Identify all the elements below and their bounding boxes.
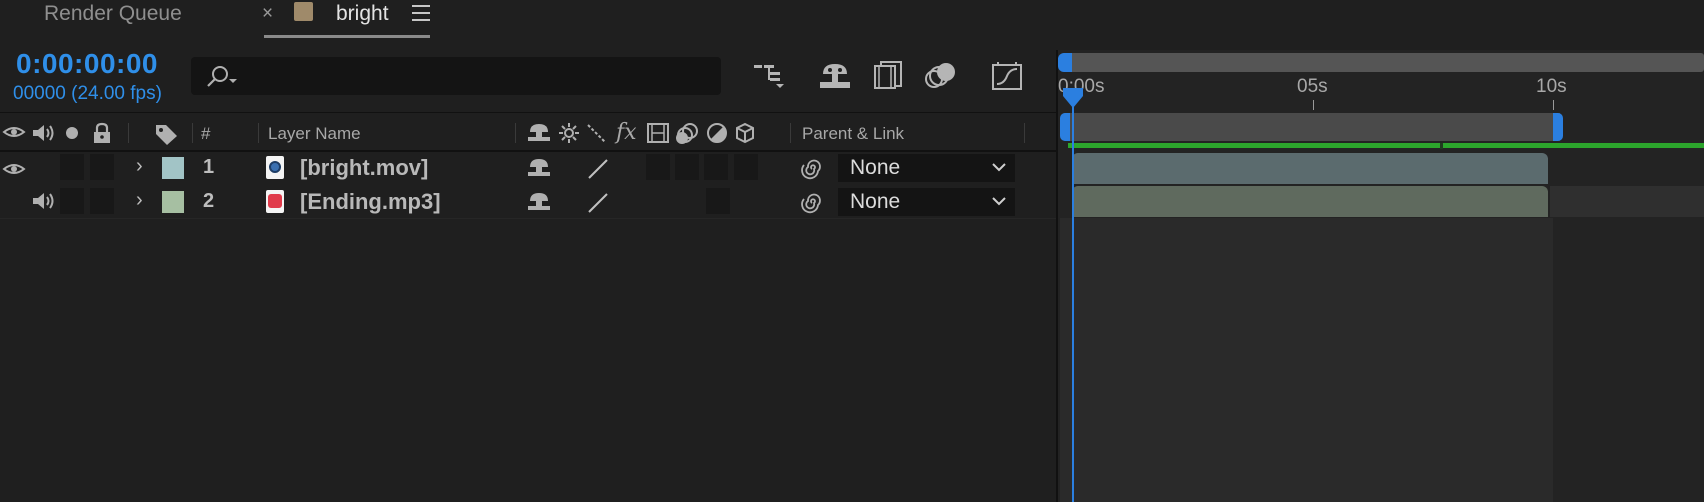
time-navigator-bar[interactable] <box>1064 53 1704 72</box>
composition-flowchart-icon[interactable] <box>752 60 788 90</box>
motion-blur-switch-icon[interactable] <box>674 122 700 146</box>
layer-row[interactable]: › 1 [bright.mov] None <box>0 151 1056 185</box>
solo-toggle[interactable] <box>60 188 84 214</box>
3d-layer-icon[interactable] <box>734 122 756 144</box>
layer-name-column[interactable]: Layer Name <box>268 124 361 144</box>
graph-editor-icon[interactable] <box>990 60 1024 92</box>
label-color-swatch[interactable] <box>162 157 184 179</box>
layer-number: 2 <box>203 190 215 212</box>
solo-toggle[interactable] <box>60 154 84 180</box>
3d-switch-box[interactable] <box>734 154 758 180</box>
lock-icon[interactable] <box>92 122 112 144</box>
video-file-icon <box>266 156 284 179</box>
layer-search-input[interactable] <box>191 57 721 95</box>
parent-value: None <box>850 190 901 213</box>
label-tag-icon[interactable] <box>153 122 179 146</box>
audio-icon[interactable] <box>31 190 55 212</box>
layer-out-area <box>1550 186 1704 217</box>
ruler-label: 10s <box>1536 76 1567 97</box>
collapse-transform-icon[interactable] <box>558 122 580 144</box>
pick-whip-icon[interactable] <box>800 191 824 215</box>
tab-bright[interactable]: bright <box>336 0 389 30</box>
active-tab-indicator <box>264 35 430 38</box>
shy-switch-icon[interactable] <box>527 122 551 144</box>
video-visibility-icon[interactable] <box>2 122 26 142</box>
layer-row[interactable]: › 2 [Ending.mp3] None <box>0 185 1056 219</box>
chevron-down-icon <box>992 197 1006 206</box>
layer-column-header: # Layer Name fx Parent & Link <box>0 112 1056 152</box>
time-navigator-start-handle[interactable] <box>1058 53 1072 72</box>
panel-tab-bar: Render Queue × bright <box>0 0 1704 40</box>
shy-switch-icon[interactable] <box>527 157 551 179</box>
lock-toggle[interactable] <box>90 188 114 214</box>
lock-toggle[interactable] <box>90 154 114 180</box>
tab-render-queue[interactable]: Render Queue <box>44 0 182 30</box>
panel-menu-icon[interactable] <box>412 5 430 21</box>
parent-value: None <box>850 156 901 179</box>
playhead-line[interactable] <box>1072 96 1074 502</box>
close-tab-button[interactable]: × <box>262 3 273 25</box>
quality-switch-icon[interactable] <box>586 191 610 215</box>
quality-switch-icon[interactable] <box>586 157 610 181</box>
parent-dropdown[interactable]: None <box>838 188 1015 216</box>
ruler-tick <box>1553 100 1554 110</box>
label-color-swatch[interactable] <box>162 191 184 213</box>
ruler-tick <box>1313 100 1314 110</box>
layer-duration-bar[interactable] <box>1072 186 1548 217</box>
current-time-display[interactable]: 0:00:00:00 <box>16 48 158 80</box>
render-cache-bar <box>1068 143 1704 148</box>
layer-name[interactable]: [Ending.mp3] <box>300 189 441 215</box>
quality-switch-icon[interactable] <box>586 122 608 144</box>
frame-blend-switch-box[interactable] <box>675 154 699 180</box>
shy-layers-icon[interactable] <box>818 60 852 90</box>
motion-blur-icon[interactable] <box>924 60 958 90</box>
composition-color-swatch <box>294 2 313 21</box>
shy-switch-icon[interactable] <box>527 191 551 213</box>
layer-number-column[interactable]: # <box>201 124 210 144</box>
search-icon <box>207 66 237 87</box>
cache-marker <box>1440 143 1443 149</box>
adjustment-switch-box[interactable] <box>706 188 730 214</box>
layer-duration-bar[interactable] <box>1072 153 1548 184</box>
parent-link-column[interactable]: Parent & Link <box>802 124 904 144</box>
layer-name[interactable]: [bright.mov] <box>300 155 428 181</box>
frame-blend-switch-icon[interactable] <box>646 122 670 144</box>
frame-blending-icon[interactable] <box>872 60 904 90</box>
solo-icon[interactable] <box>64 125 80 141</box>
adjustment-layer-icon[interactable] <box>706 122 728 144</box>
ruler-label: 05s <box>1297 76 1328 97</box>
parent-dropdown[interactable]: None <box>838 154 1015 182</box>
effects-switch-box[interactable] <box>646 154 670 180</box>
chevron-right-icon[interactable]: › <box>136 155 143 178</box>
work-area-bar[interactable] <box>1064 113 1560 141</box>
effects-switch-column[interactable]: fx <box>616 120 637 145</box>
timeline-empty-area[interactable] <box>1060 218 1553 502</box>
playhead-handle-icon[interactable] <box>1062 86 1084 110</box>
pick-whip-icon[interactable] <box>800 157 824 181</box>
motion-blur-switch-box[interactable] <box>704 154 728 180</box>
frame-count-display: 00000 (24.00 fps) <box>13 83 162 104</box>
layer-number: 1 <box>203 156 215 178</box>
work-area-start-handle[interactable] <box>1060 113 1070 141</box>
audio-icon[interactable] <box>31 122 55 144</box>
chevron-right-icon[interactable]: › <box>136 189 143 212</box>
audio-file-icon <box>266 190 284 213</box>
work-area-end-handle[interactable] <box>1553 113 1563 141</box>
eye-icon[interactable] <box>2 159 26 179</box>
chevron-down-icon <box>992 163 1006 172</box>
